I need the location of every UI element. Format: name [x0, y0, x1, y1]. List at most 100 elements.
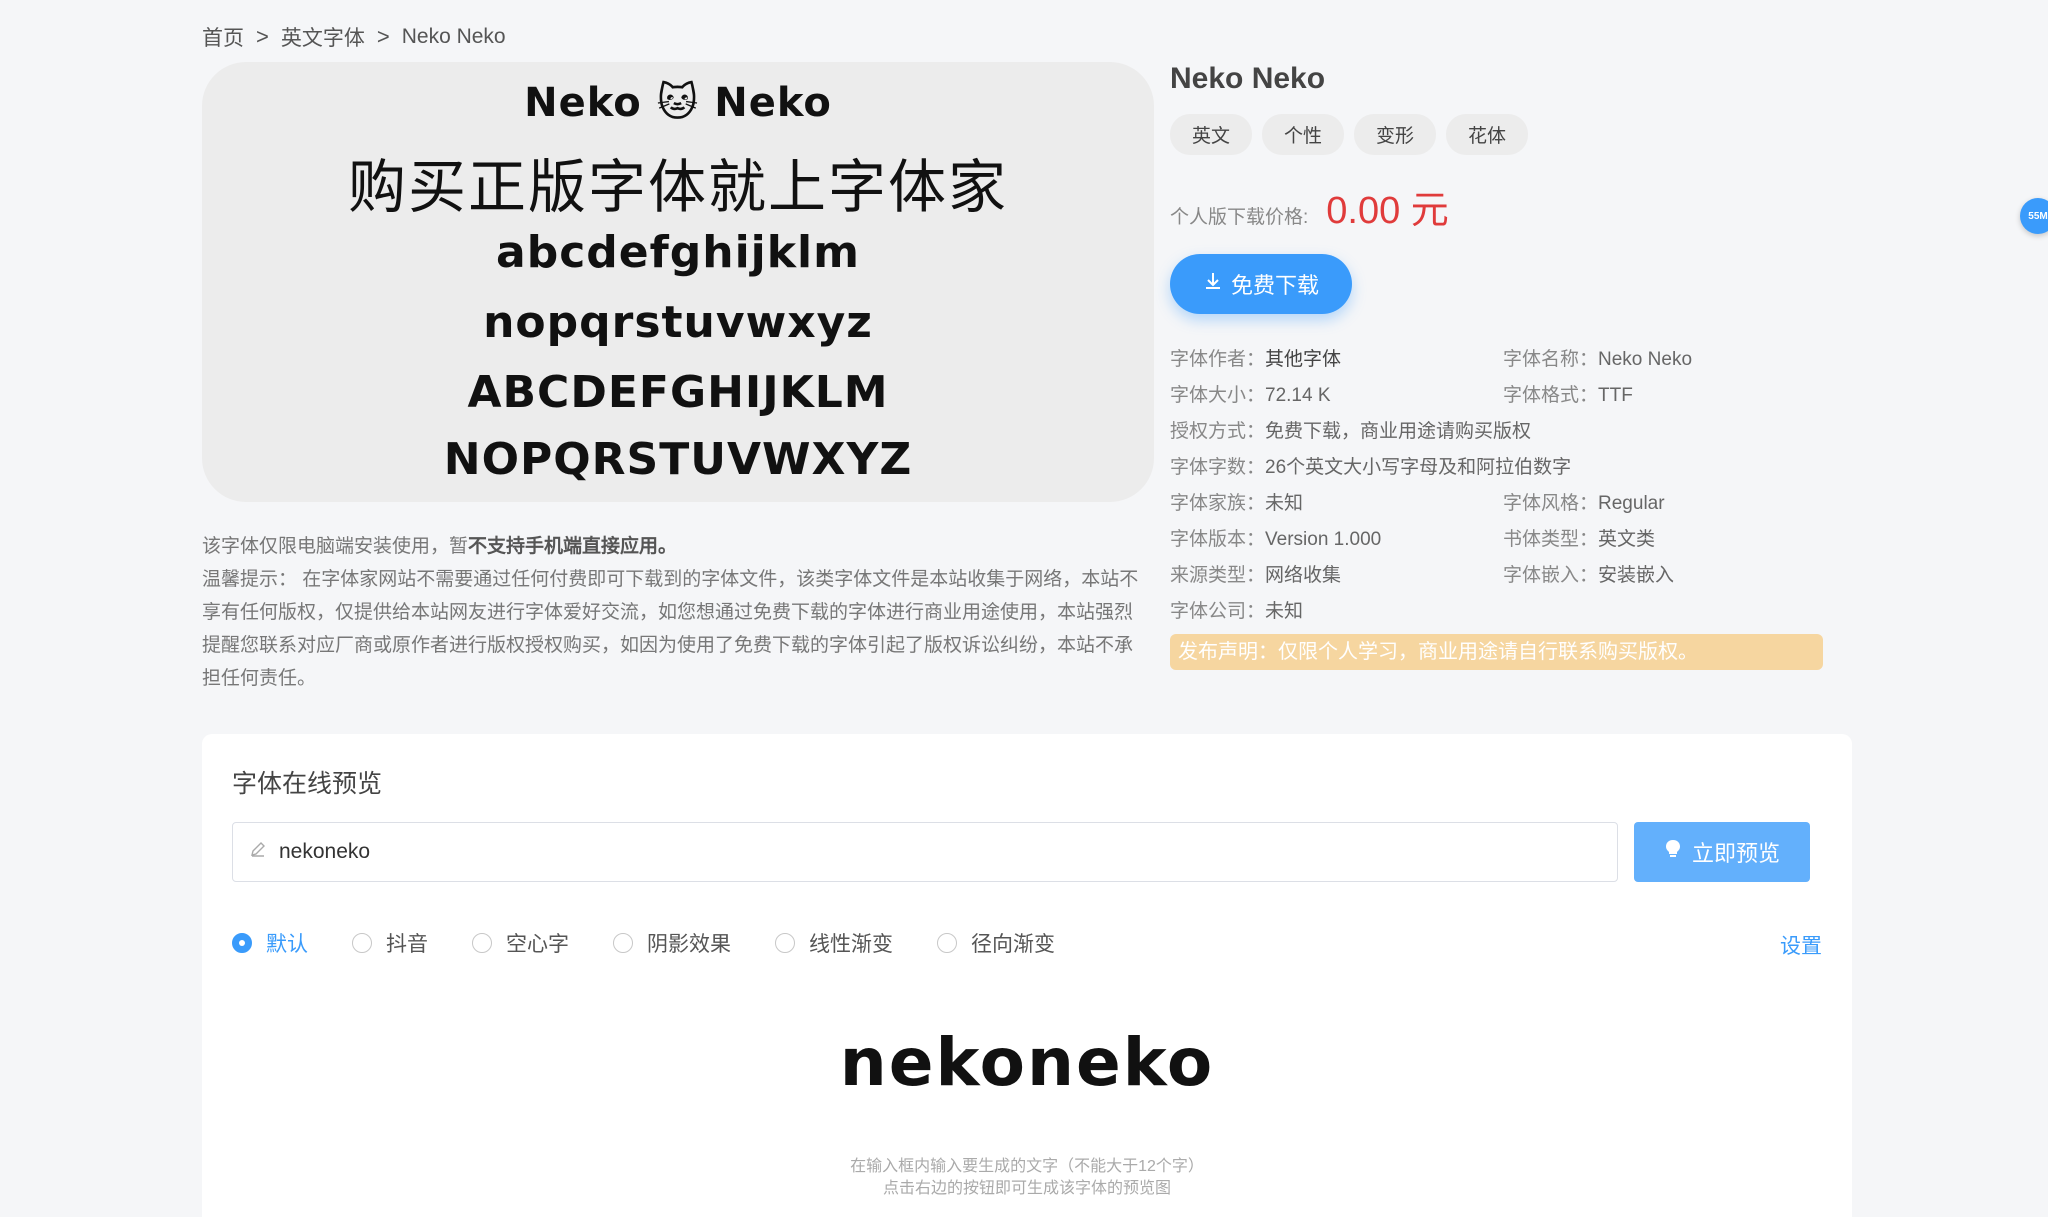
meta-value: Regular: [1598, 493, 1665, 514]
meta-key: 授权方式：: [1170, 421, 1266, 442]
breadcrumb: 首页 > 英文字体 > Neko Neko: [202, 22, 506, 52]
effect-default[interactable]: 默认: [232, 928, 308, 958]
meta-value: 英文类: [1598, 529, 1656, 550]
radio-dot: [775, 933, 795, 953]
device-notice: 该字体仅限电脑端安装使用，暂不支持手机端直接应用。: [202, 530, 1144, 563]
effect-radial-gradient[interactable]: 径向渐变: [937, 928, 1055, 958]
meta-value: Version 1.000: [1265, 529, 1382, 550]
effect-linear-gradient[interactable]: 线性渐变: [775, 928, 893, 958]
meta-value: 72.14 K: [1265, 385, 1331, 406]
meta-value: 免费下载，商业用途请购买版权: [1265, 421, 1532, 442]
breadcrumb-current: Neko Neko: [401, 25, 506, 48]
meta-type: 书体类型：英文类: [1503, 522, 1825, 558]
rendered-preview-text: nekoneko: [839, 1024, 1215, 1101]
effect-shadow[interactable]: 阴影效果: [613, 928, 731, 958]
meta-key: 来源类型：: [1170, 565, 1266, 586]
pencil-icon: [249, 840, 267, 864]
radio-dot: [937, 933, 957, 953]
effect-label: 径向渐变: [971, 933, 1055, 956]
meta-key: 字体版本：: [1170, 529, 1266, 550]
meta-author: 字体作者：其他字体: [1170, 342, 1503, 378]
effect-label: 空心字: [506, 933, 569, 956]
effect-radio-group: 默认 抖音 空心字 阴影效果 线性渐变 径向渐变: [232, 928, 1099, 958]
meta-value: 网络收集: [1265, 565, 1342, 586]
effect-label: 线性渐变: [809, 933, 893, 956]
meta-style: 字体风格：Regular: [1503, 486, 1825, 522]
settings-link[interactable]: 设置: [1780, 930, 1822, 960]
effect-label: 阴影效果: [647, 933, 731, 956]
usage-notice: 该字体仅限电脑端安装使用，暂不支持手机端直接应用。 温馨提示： 在字体家网站不需…: [202, 530, 1144, 695]
meta-source: 来源类型：网络收集: [1170, 558, 1503, 594]
preview-now-button[interactable]: 立即预览: [1634, 822, 1810, 882]
copyright-tip: 温馨提示： 在字体家网站不需要通过任何付费即可下载到的字体文件，该类字体文件是本…: [202, 569, 1139, 689]
preview-hint: 在输入框内输入要生成的文字（不能大于12个字） 点击右边的按钮即可生成该字体的预…: [202, 1156, 1852, 1200]
meta-version: 字体版本：Version 1.000: [1170, 522, 1503, 558]
meta-key: 字体公司：: [1170, 601, 1266, 622]
preview-image-slogan: 购买正版字体就上字体家: [347, 153, 1008, 221]
radio-dot: [613, 933, 633, 953]
preview-hint-line-1: 在输入框内输入要生成的文字（不能大于12个字）: [850, 1158, 1204, 1175]
download-icon: [1203, 271, 1223, 297]
release-statement: 发布声明：仅限个人学习，商业用途请自行联系购买版权。: [1170, 634, 1823, 670]
meta-key: 字体大小：: [1170, 385, 1266, 406]
preview-image-title: Neko 🐱 Neko: [524, 80, 832, 126]
breadcrumb-separator: >: [376, 24, 390, 49]
meta-value: TTF: [1598, 385, 1633, 406]
price-row: 个人版下载价格: 0.00 元: [1170, 179, 1825, 234]
meta-author-value[interactable]: 其他字体: [1265, 349, 1341, 370]
effect-label: 默认: [266, 933, 308, 956]
font-meta: 字体作者：其他字体 字体名称：Neko Neko 字体大小：72.14 K 字体…: [1170, 342, 1825, 630]
preview-now-label: 立即预览: [1691, 841, 1780, 866]
meta-family: 字体家族：未知: [1170, 486, 1503, 522]
meta-format: 字体格式：TTF: [1503, 378, 1825, 414]
radio-dot: [232, 933, 252, 953]
font-title: Neko Neko: [1170, 62, 1326, 95]
meta-key: 书体类型：: [1503, 529, 1599, 550]
meta-key: 字体作者：: [1170, 349, 1266, 370]
meta-embed: 字体嵌入：安装嵌入: [1503, 558, 1825, 594]
meta-name: 字体名称：Neko Neko: [1503, 342, 1825, 378]
tag-decorative[interactable]: 花体: [1446, 114, 1529, 155]
effect-hollow[interactable]: 空心字: [472, 928, 569, 958]
meta-key: 字体格式：: [1503, 385, 1599, 406]
lightbulb-icon: [1664, 839, 1682, 865]
free-download-button[interactable]: 免费下载: [1170, 254, 1352, 314]
device-notice-text: 该字体仅限电脑端安装使用，暂: [202, 536, 469, 557]
preview-input-wrapper: [232, 822, 1618, 882]
meta-key: 字体家族：: [1170, 493, 1266, 514]
meta-value: 26个英文大小写字母及和阿拉伯数字: [1265, 457, 1572, 478]
meta-key: 字体字数：: [1170, 457, 1266, 478]
free-download-label: 免费下载: [1230, 273, 1319, 298]
tag-personality[interactable]: 个性: [1262, 114, 1345, 155]
radio-dot: [472, 933, 492, 953]
meta-company: 字体公司：未知: [1170, 594, 1825, 630]
price-value: 0.00 元: [1326, 190, 1449, 232]
price-label: 个人版下载价格:: [1170, 207, 1309, 228]
preview-image-lowercase-2: nopqrstuvwxyz: [483, 297, 873, 348]
radio-dot: [352, 933, 372, 953]
meta-chars: 字体字数：26个英文大小写字母及和阿拉伯数字: [1170, 450, 1825, 486]
font-preview-image: Neko 🐱 Neko 购买正版字体就上字体家 abcdefghijklm no…: [202, 62, 1154, 502]
breadcrumb-category-link[interactable]: 英文字体: [281, 22, 365, 52]
preview-image-uppercase-2: NOPQRSTUVWXYZ: [443, 434, 913, 485]
tag-distorted[interactable]: 变形: [1354, 114, 1437, 155]
breadcrumb-home-link[interactable]: 首页: [202, 22, 244, 52]
effect-tiktok[interactable]: 抖音: [352, 928, 428, 958]
meta-value: Neko Neko: [1598, 349, 1693, 370]
meta-key: 字体嵌入：: [1503, 565, 1599, 586]
preview-text-input[interactable]: [279, 840, 1579, 864]
online-preview-panel: 字体在线预览 立即预览 默认 抖音 空心字 阴影效果 线性渐变 径向渐变 设置 …: [202, 734, 1852, 1217]
preview-hint-line-2: 点击右边的按钮即可生成该字体的预览图: [882, 1180, 1171, 1197]
floating-speed-badge[interactable]: 55M: [2020, 198, 2048, 234]
online-preview-heading: 字体在线预览: [232, 770, 383, 798]
tag-english[interactable]: 英文: [1170, 114, 1253, 155]
preview-image-lowercase-1: abcdefghijklm: [496, 227, 860, 278]
preview-image-uppercase-1: ABCDEFGHIJKLM: [467, 367, 889, 418]
font-tags: 英文 个性 变形 花体: [1170, 114, 1825, 155]
meta-value: 未知: [1265, 493, 1304, 514]
meta-value: 安装嵌入: [1598, 565, 1675, 586]
meta-key: 字体名称：: [1503, 349, 1599, 370]
meta-key: 字体风格：: [1503, 493, 1599, 514]
effect-label: 抖音: [386, 933, 428, 956]
meta-size: 字体大小：72.14 K: [1170, 378, 1503, 414]
